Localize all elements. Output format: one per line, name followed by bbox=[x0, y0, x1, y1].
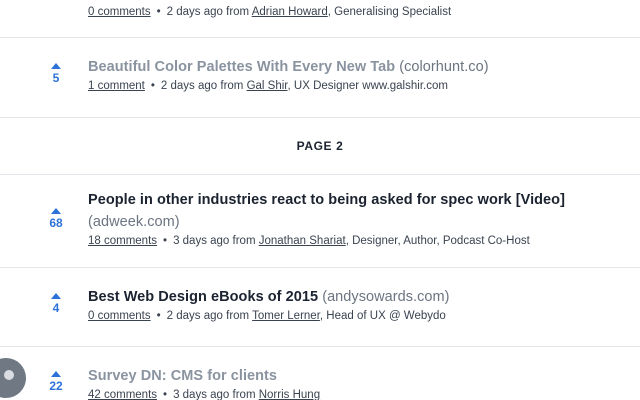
story-content: 0 comments • 2 days ago from Adrian Howard… bbox=[88, 4, 626, 20]
author-info: , Generalising Specialist bbox=[327, 6, 452, 18]
story-meta: 1 comment • 2 days ago from Gal Shir, UX D… bbox=[88, 78, 626, 94]
meta-separator: • bbox=[156, 6, 161, 18]
story-meta: 0 comments • 2 days ago from Adrian Howard… bbox=[88, 4, 626, 20]
divider bbox=[0, 174, 640, 175]
upvote-arrow-icon bbox=[51, 63, 61, 69]
user-avatar[interactable] bbox=[0, 358, 26, 398]
story-title-link[interactable]: Best Web Design eBooks of 2015 bbox=[88, 289, 318, 305]
story-title: Beautiful Color Palettes With Every New … bbox=[88, 56, 626, 78]
meta-separator: • bbox=[163, 389, 168, 400]
story-content: People in other industries react to bein… bbox=[88, 189, 626, 249]
story-domain[interactable]: (adweek.com) bbox=[88, 214, 180, 230]
vote-count: 5 bbox=[52, 71, 60, 85]
story-content: Survey DN: CMS for clients 42 comments • 3… bbox=[88, 365, 626, 400]
vote-count: 4 bbox=[52, 301, 60, 315]
story-title: People in other industries react to bein… bbox=[88, 189, 626, 233]
upvote-button[interactable]: 68 bbox=[40, 208, 72, 229]
story-domain[interactable]: (colorhunt.co) bbox=[399, 59, 488, 75]
comments-link[interactable]: 18 comments bbox=[88, 235, 157, 247]
upvote-arrow-icon bbox=[51, 371, 61, 377]
comments-link[interactable]: 0 comments bbox=[88, 6, 151, 18]
vote-count: 68 bbox=[49, 216, 63, 230]
meta-separator: • bbox=[156, 310, 161, 322]
story-title-link[interactable]: Survey DN: CMS for clients bbox=[88, 368, 277, 384]
time-ago: 3 days ago from bbox=[173, 389, 256, 400]
author-link[interactable]: Gal Shir bbox=[247, 80, 288, 92]
author-info: , UX Designer www.galshir.com bbox=[287, 80, 448, 92]
time-ago: 3 days ago from bbox=[173, 235, 256, 247]
time-ago: 2 days ago from bbox=[166, 6, 250, 18]
story-content: Best Web Design eBooks of 2015 (andysowa… bbox=[88, 286, 626, 324]
vote-count: 22 bbox=[49, 379, 63, 393]
divider bbox=[0, 117, 640, 118]
time-ago: 2 days ago from bbox=[166, 310, 250, 322]
story-meta: 0 comments • 2 days ago from Tomer Lerner,… bbox=[88, 308, 626, 324]
divider bbox=[0, 267, 640, 268]
meta-separator: • bbox=[150, 80, 155, 92]
upvote-arrow-icon bbox=[51, 208, 61, 214]
page-marker: PAGE 2 bbox=[296, 139, 344, 153]
divider bbox=[0, 346, 640, 347]
story-meta: 42 comments • 3 days ago from Norris Hung bbox=[88, 387, 626, 400]
story-title: Best Web Design eBooks of 2015 (andysowa… bbox=[88, 286, 626, 308]
comments-link[interactable]: 0 comments bbox=[88, 310, 151, 322]
upvote-arrow-icon bbox=[51, 293, 61, 299]
comments-link[interactable]: 1 comment bbox=[88, 80, 145, 92]
upvote-button[interactable]: 22 bbox=[40, 371, 72, 392]
author-link[interactable]: Adrian Howard bbox=[252, 6, 328, 18]
author-link[interactable]: Jonathan Shariat bbox=[259, 235, 346, 247]
avatar-highlight bbox=[4, 370, 14, 380]
author-info: , Head of UX @ Webydo bbox=[319, 310, 446, 322]
story-title-link[interactable]: People in other industries react to bein… bbox=[88, 192, 565, 208]
meta-separator: • bbox=[163, 235, 168, 247]
upvote-button[interactable]: 4 bbox=[40, 293, 72, 314]
divider bbox=[0, 37, 640, 38]
author-link[interactable]: Norris Hung bbox=[259, 389, 320, 400]
comments-link[interactable]: 42 comments bbox=[88, 389, 157, 400]
story-title-link[interactable]: Beautiful Color Palettes With Every New … bbox=[88, 59, 395, 75]
author-link[interactable]: Tomer Lerner bbox=[252, 310, 320, 322]
time-ago: 2 days ago from bbox=[160, 80, 244, 92]
story-domain[interactable]: (andysowards.com) bbox=[322, 289, 449, 305]
story-title: Survey DN: CMS for clients bbox=[88, 365, 626, 387]
story-content: Beautiful Color Palettes With Every New … bbox=[88, 56, 626, 94]
story-meta: 18 comments • 3 days ago from Jonathan Sha… bbox=[88, 233, 626, 249]
upvote-button[interactable]: 5 bbox=[40, 63, 72, 84]
author-info: , Designer, Author, Podcast Co-Host bbox=[345, 235, 530, 247]
